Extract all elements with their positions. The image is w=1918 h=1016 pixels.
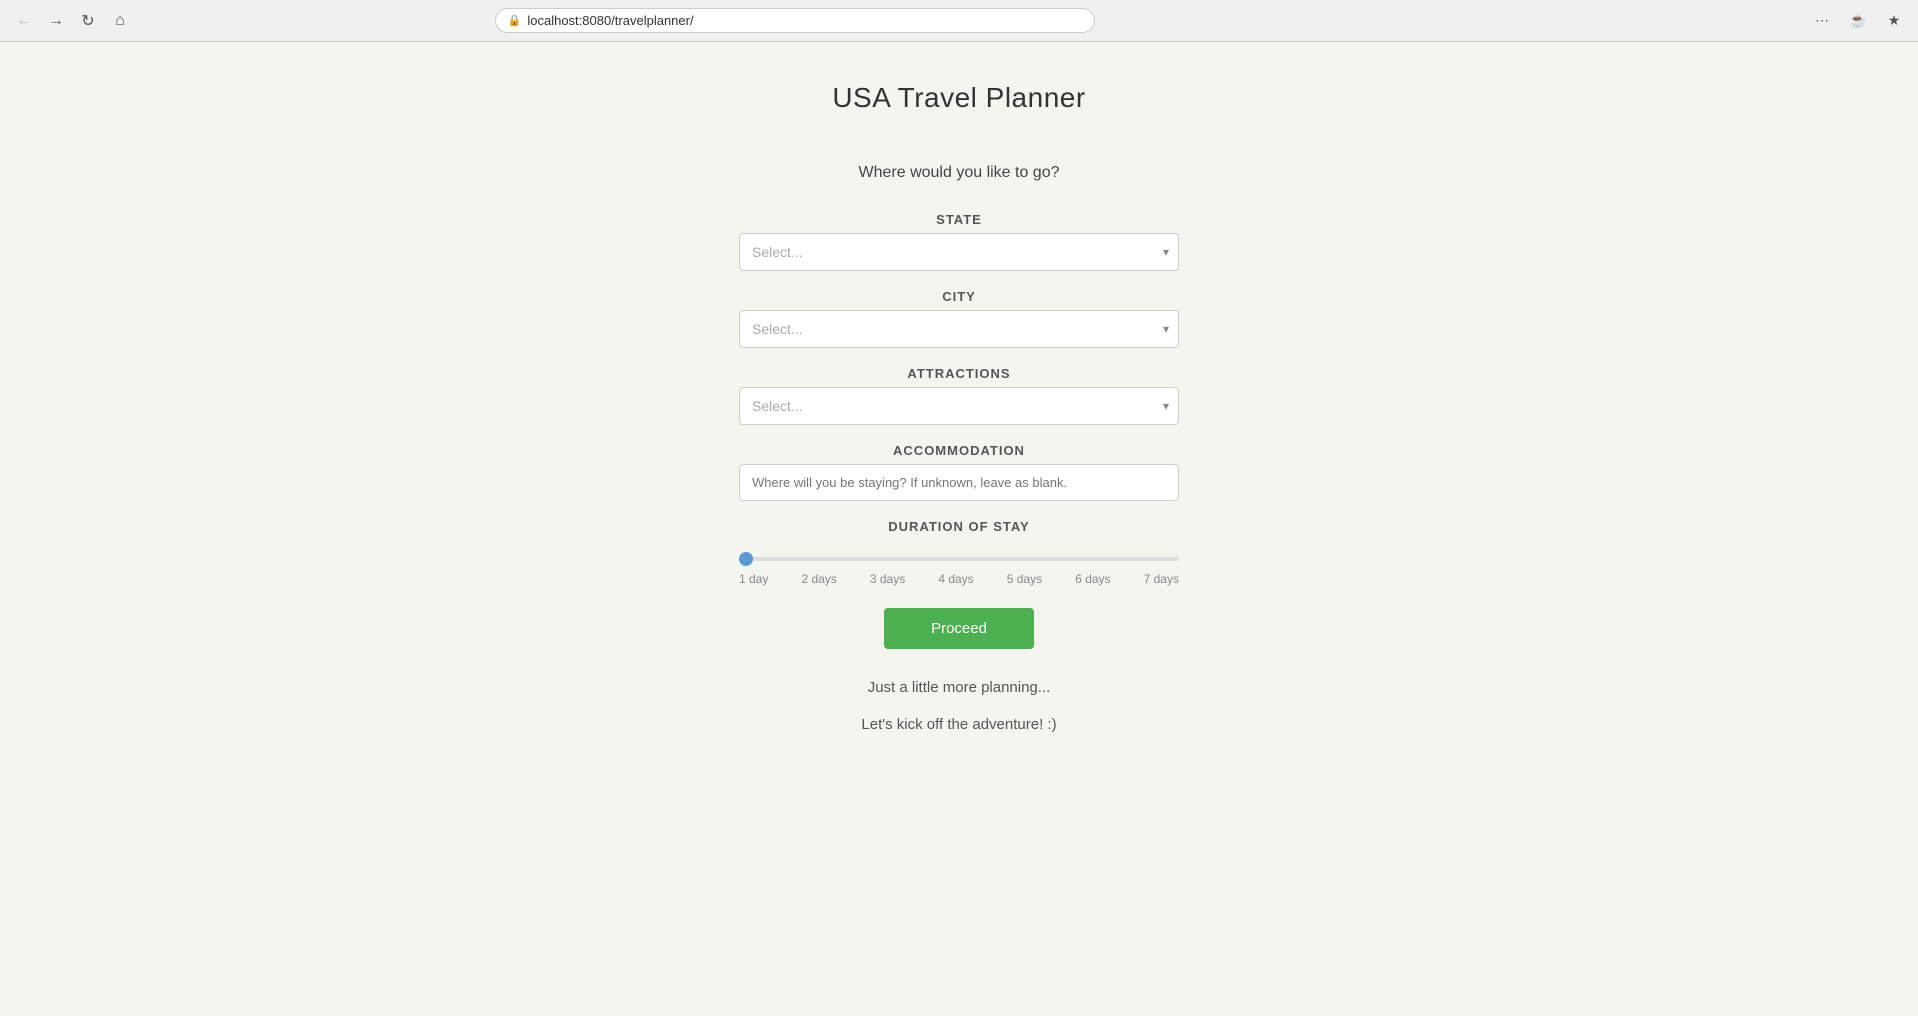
accommodation-label: ACCOMMODATION <box>893 443 1025 458</box>
duration-slider[interactable] <box>739 557 1179 561</box>
back-button[interactable]: ← <box>10 7 38 35</box>
footer-text-planning: Just a little more planning... <box>734 679 1184 696</box>
slider-labels: 1 day 2 days 3 days 4 days 5 days 6 days… <box>739 572 1179 586</box>
slider-label-2days: 2 days <box>801 572 836 586</box>
form-container: Where would you like to go? STATE Select… <box>734 164 1184 733</box>
lock-icon: 🔒 <box>508 14 522 27</box>
slider-label-6days: 6 days <box>1075 572 1110 586</box>
attractions-select-wrapper: Select... Museums Parks Beaches ▾ <box>739 387 1179 425</box>
slider-label-4days: 4 days <box>938 572 973 586</box>
proceed-button[interactable]: Proceed <box>884 608 1034 649</box>
duration-section: DURATION OF STAY 1 day 2 days 3 days 4 d… <box>734 519 1184 586</box>
form-subtitle: Where would you like to go? <box>734 164 1184 182</box>
home-button[interactable]: ⌂ <box>106 7 134 35</box>
city-label: CITY <box>942 289 976 304</box>
city-field-group: CITY Select... Los Angeles San Francisco… <box>734 289 1184 348</box>
refresh-button[interactable]: ↻ <box>74 7 102 35</box>
state-field-group: STATE Select... California New York Texa… <box>734 212 1184 271</box>
nav-buttons: ← → ↻ ⌂ <box>10 7 134 35</box>
city-select[interactable]: Select... Los Angeles San Francisco New … <box>739 310 1179 348</box>
star-button[interactable]: ★ <box>1880 7 1908 35</box>
duration-label: DURATION OF STAY <box>888 519 1029 534</box>
attractions-select[interactable]: Select... Museums Parks Beaches <box>739 387 1179 425</box>
page-title: USA Travel Planner <box>832 82 1085 114</box>
forward-button[interactable]: → <box>42 7 70 35</box>
bookmark-button[interactable]: ☕ <box>1844 7 1872 35</box>
city-select-wrapper: Select... Los Angeles San Francisco New … <box>739 310 1179 348</box>
slider-label-3days: 3 days <box>870 572 905 586</box>
footer-text-adventure: Let's kick off the adventure! :) <box>734 716 1184 733</box>
more-options-button[interactable]: ⋯ <box>1808 7 1836 35</box>
slider-track-wrapper: 1 day 2 days 3 days 4 days 5 days 6 days… <box>739 548 1179 586</box>
page-content: USA Travel Planner Where would you like … <box>0 42 1918 773</box>
browser-right-controls: ⋯ ☕ ★ <box>1808 7 1908 35</box>
state-select-wrapper: Select... California New York Texas Flor… <box>739 233 1179 271</box>
slider-label-1day: 1 day <box>739 572 768 586</box>
attractions-field-group: ATTRACTIONS Select... Museums Parks Beac… <box>734 366 1184 425</box>
browser-toolbar: ← → ↻ ⌂ 🔒 localhost:8080/travelplanner/ … <box>0 0 1918 42</box>
url-text: localhost:8080/travelplanner/ <box>527 13 693 28</box>
slider-label-7days: 7 days <box>1144 572 1179 586</box>
accommodation-field-group: ACCOMMODATION <box>734 443 1184 501</box>
slider-label-5days: 5 days <box>1007 572 1042 586</box>
state-select[interactable]: Select... California New York Texas Flor… <box>739 233 1179 271</box>
accommodation-input[interactable] <box>739 464 1179 501</box>
state-label: STATE <box>936 212 982 227</box>
attractions-label: ATTRACTIONS <box>907 366 1010 381</box>
address-bar[interactable]: 🔒 localhost:8080/travelplanner/ <box>495 8 1095 33</box>
